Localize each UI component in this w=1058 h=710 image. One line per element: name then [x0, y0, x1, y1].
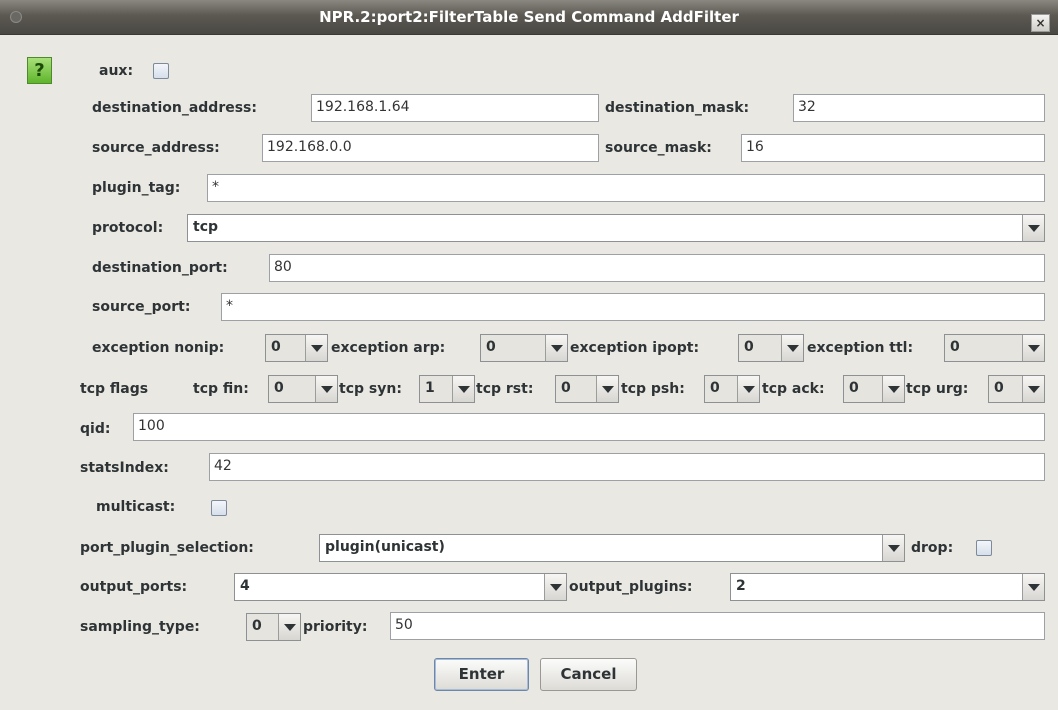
exception-arp-dropdown[interactable]: 0	[480, 334, 568, 362]
tcp-ack-value: 0	[849, 380, 859, 396]
protocol-value: tcp	[193, 219, 219, 235]
tcp-urg-label: tcp urg:	[906, 381, 969, 397]
chevron-down-icon[interactable]	[278, 614, 300, 640]
output-ports-dropdown[interactable]: 4	[234, 573, 567, 601]
source-port-input[interactable]: *	[221, 293, 1045, 321]
chevron-down-icon[interactable]	[1022, 215, 1044, 241]
port-plugin-selection-value: plugin(unicast)	[325, 539, 445, 555]
output-ports-label: output_ports:	[80, 579, 188, 595]
exception-ipopt-value: 0	[744, 339, 754, 355]
tcp-ack-dropdown[interactable]: 0	[843, 375, 905, 403]
qid-label: qid:	[80, 421, 111, 437]
output-plugins-dropdown[interactable]: 2	[730, 573, 1045, 601]
tcp-fin-dropdown[interactable]: 0	[268, 375, 338, 403]
chevron-down-icon[interactable]	[305, 335, 327, 361]
chevron-down-icon[interactable]	[1022, 574, 1044, 600]
help-icon[interactable]: ?	[27, 57, 52, 84]
statsindex-label: statsIndex:	[80, 460, 169, 476]
sampling-type-dropdown[interactable]: 0	[246, 613, 301, 641]
destination-mask-label: destination_mask:	[605, 100, 750, 116]
chevron-down-icon[interactable]	[882, 535, 904, 561]
source-mask-input[interactable]: 16	[741, 134, 1045, 162]
tcp-syn-value: 1	[425, 380, 435, 396]
tcp-fin-label: tcp fin:	[193, 381, 249, 397]
dialog-window: NPR.2:port2:FilterTable Send Command Add…	[0, 0, 1058, 710]
output-plugins-label: output_plugins:	[569, 579, 693, 595]
chevron-down-icon[interactable]	[596, 376, 618, 402]
output-plugins-value: 2	[736, 578, 746, 594]
port-plugin-selection-label: port_plugin_selection:	[80, 540, 254, 556]
source-address-label: source_address:	[92, 140, 220, 156]
chevron-down-icon[interactable]	[544, 574, 566, 600]
tcp-syn-label: tcp syn:	[339, 381, 402, 397]
exception-ipopt-dropdown[interactable]: 0	[738, 334, 804, 362]
multicast-checkbox[interactable]	[211, 500, 227, 516]
tcp-urg-value: 0	[994, 380, 1004, 396]
window-title: NPR.2:port2:FilterTable Send Command Add…	[319, 8, 739, 26]
sampling-type-label: sampling_type:	[80, 619, 200, 635]
exception-arp-label: exception arp:	[331, 340, 446, 356]
chevron-down-icon[interactable]	[781, 335, 803, 361]
chevron-down-icon[interactable]	[882, 376, 904, 402]
tcp-syn-dropdown[interactable]: 1	[419, 375, 475, 403]
aux-label: aux:	[99, 63, 134, 79]
tcp-ack-label: tcp ack:	[762, 381, 825, 397]
tcp-urg-dropdown[interactable]: 0	[988, 375, 1045, 403]
tcp-psh-value: 0	[710, 380, 720, 396]
destination-mask-input[interactable]: 32	[793, 94, 1045, 122]
destination-address-input[interactable]: 192.168.1.64	[311, 94, 599, 122]
close-icon[interactable]: ×	[1031, 14, 1050, 32]
chevron-down-icon[interactable]	[737, 376, 759, 402]
chevron-down-icon[interactable]	[1022, 376, 1044, 402]
tcp-psh-label: tcp psh:	[621, 381, 685, 397]
priority-input[interactable]: 50	[390, 612, 1045, 640]
plugin-tag-input[interactable]: *	[207, 174, 1045, 202]
title-bar[interactable]: NPR.2:port2:FilterTable Send Command Add…	[0, 0, 1058, 35]
source-port-label: source_port:	[92, 299, 191, 315]
exception-nonip-value: 0	[271, 339, 281, 355]
chevron-down-icon[interactable]	[545, 335, 567, 361]
tcp-rst-dropdown[interactable]: 0	[555, 375, 619, 403]
output-ports-value: 4	[240, 578, 250, 594]
exception-ttl-dropdown[interactable]: 0	[944, 334, 1045, 362]
chevron-down-icon[interactable]	[315, 376, 337, 402]
sampling-type-value: 0	[252, 618, 262, 634]
exception-nonip-dropdown[interactable]: 0	[265, 334, 328, 362]
destination-port-label: destination_port:	[92, 260, 228, 276]
exception-ttl-value: 0	[950, 339, 960, 355]
enter-button[interactable]: Enter	[434, 658, 529, 691]
destination-address-label: destination_address:	[92, 100, 257, 116]
tcp-rst-value: 0	[561, 380, 571, 396]
protocol-label: protocol:	[92, 220, 164, 236]
exception-nonip-label: exception nonip:	[92, 340, 225, 356]
tcp-flags-label: tcp flags	[80, 381, 149, 397]
statsindex-input[interactable]: 42	[209, 453, 1045, 481]
tcp-rst-label: tcp rst:	[476, 381, 534, 397]
protocol-dropdown[interactable]: tcp	[187, 214, 1045, 242]
plugin-tag-label: plugin_tag:	[92, 180, 181, 196]
drop-label: drop:	[911, 540, 954, 556]
tcp-psh-dropdown[interactable]: 0	[704, 375, 760, 403]
priority-label: priority:	[303, 619, 368, 635]
exception-ttl-label: exception ttl:	[807, 340, 914, 356]
exception-ipopt-label: exception ipopt:	[570, 340, 700, 356]
destination-port-input[interactable]: 80	[269, 254, 1045, 282]
source-address-input[interactable]: 192.168.0.0	[262, 134, 599, 162]
chevron-down-icon[interactable]	[1022, 335, 1044, 361]
source-mask-label: source_mask:	[605, 140, 712, 156]
tcp-fin-value: 0	[274, 380, 284, 396]
cancel-button[interactable]: Cancel	[540, 658, 637, 691]
drop-checkbox[interactable]	[976, 540, 992, 556]
port-plugin-selection-dropdown[interactable]: plugin(unicast)	[319, 534, 905, 562]
aux-checkbox[interactable]	[153, 63, 169, 79]
exception-arp-value: 0	[486, 339, 496, 355]
chevron-down-icon[interactable]	[452, 376, 474, 402]
multicast-label: multicast:	[96, 499, 176, 515]
qid-input[interactable]: 100	[133, 413, 1045, 441]
